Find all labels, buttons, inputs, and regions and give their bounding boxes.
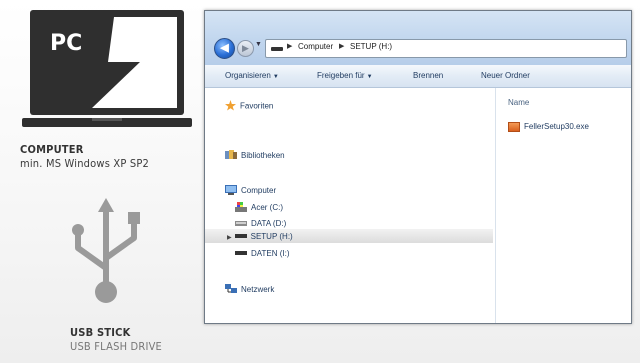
installer-file-icon	[508, 122, 520, 132]
organize-menu[interactable]: Organisieren ▼	[225, 71, 279, 80]
nav-item-computer[interactable]: Computer	[225, 185, 276, 197]
expand-arrow-icon[interactable]: ▶	[227, 235, 232, 241]
chevron-down-icon: ▼	[272, 74, 279, 80]
usb-caption: USB STICK USB FLASH DRIVE	[70, 326, 162, 354]
computer-requirement: min. MS Windows XP SP2	[20, 157, 150, 170]
title-bar: ◀ ▶ ▼ ▶ Computer ▶ SETUP (H:)	[205, 11, 631, 65]
drive-c-label: Acer (C:)	[251, 203, 283, 213]
command-bar: Organisieren ▼ Freigeben für ▼ Brennen Neu…	[205, 65, 631, 88]
share-label: Freigeben für	[317, 71, 365, 80]
nav-item-favorites[interactable]: Favoriten	[225, 100, 273, 113]
usb-subtitle: USB FLASH DRIVE	[70, 340, 162, 353]
computer-label: Computer	[241, 186, 277, 196]
chevron-right-icon[interactable]: ▶	[287, 42, 292, 50]
nav-item-drive-d[interactable]: DATA (D:)	[235, 219, 286, 229]
pc-laptop-icon: PC	[22, 10, 192, 134]
column-header-name[interactable]: Name	[508, 98, 529, 107]
explorer-window: ◀ ▶ ▼ ▶ Computer ▶ SETUP (H:) Organisier…	[204, 10, 632, 324]
usb-icon	[68, 198, 144, 308]
drive-h-label: SETUP (H:)	[250, 232, 293, 241]
navigation-pane: Favoriten Bibliotheken Computer Acer (C:…	[205, 88, 493, 323]
favorites-label: Favoriten	[240, 101, 274, 111]
windows-drive-icon	[235, 202, 247, 214]
organize-label: Organisieren	[225, 71, 271, 80]
star-icon	[225, 100, 236, 113]
breadcrumb-computer[interactable]: Computer	[298, 42, 333, 51]
chevron-down-icon: ▼	[366, 74, 373, 80]
burn-button[interactable]: Brennen	[413, 71, 443, 80]
computer-title: COMPUTER	[20, 143, 84, 156]
forward-button[interactable]: ▶	[237, 40, 254, 57]
usb-drive-icon	[235, 249, 247, 258]
nav-item-drive-h[interactable]: ▶ SETUP (H:)	[227, 232, 293, 241]
usb-title: USB STICK	[70, 326, 131, 339]
nav-item-drive-c[interactable]: Acer (C:)	[235, 202, 283, 214]
nav-item-libraries[interactable]: Bibliotheken	[225, 150, 285, 162]
computer-caption: COMPUTER min. MS Windows XP SP2	[20, 143, 149, 171]
usb-drive-icon	[234, 232, 247, 241]
network-label: Netzwerk	[241, 285, 275, 295]
computer-icon	[225, 185, 237, 197]
libraries-label: Bibliotheken	[241, 151, 285, 161]
laptop-label: PC	[50, 31, 82, 56]
file-list-pane: Name FellerSetup30.exe	[495, 88, 631, 323]
drive-i-label: DATEN (I:)	[251, 249, 290, 258]
network-icon	[225, 284, 237, 296]
new-folder-button[interactable]: Neuer Ordner	[481, 71, 530, 80]
nav-item-network[interactable]: Netzwerk	[225, 284, 274, 296]
breadcrumb-setup[interactable]: SETUP (H:)	[350, 42, 392, 51]
history-dropdown-icon[interactable]: ▼	[255, 41, 262, 48]
nav-item-drive-i[interactable]: DATEN (I:)	[235, 249, 290, 258]
share-menu[interactable]: Freigeben für ▼	[317, 71, 373, 80]
back-button[interactable]: ◀	[214, 38, 235, 59]
drive-icon	[271, 47, 283, 51]
hard-drive-icon	[235, 219, 247, 229]
address-bar[interactable]: ▶ Computer ▶ SETUP (H:)	[265, 39, 627, 58]
file-name: FellerSetup30.exe	[524, 122, 589, 132]
library-icon	[225, 150, 237, 162]
drive-d-label: DATA (D:)	[251, 219, 287, 229]
file-item[interactable]: FellerSetup30.exe	[508, 122, 589, 132]
chevron-right-icon[interactable]: ▶	[339, 42, 344, 50]
